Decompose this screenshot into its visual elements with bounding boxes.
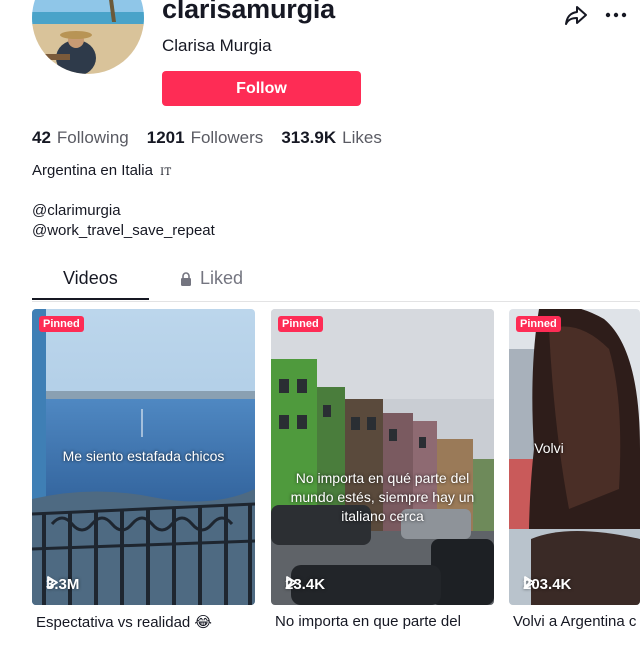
likes-label: Likes <box>342 128 382 147</box>
pinned-badge: Pinned <box>516 316 561 332</box>
following-count: 42 <box>32 128 51 147</box>
video-caption[interactable]: No importa en que parte del <box>271 613 494 630</box>
lock-icon <box>181 271 191 286</box>
video-overlay-text: Me siento estafada chicos <box>62 448 225 464</box>
pinned-badge: Pinned <box>39 316 84 332</box>
video-card[interactable]: Pinned No importa en qué parte del mundo… <box>271 309 494 630</box>
play-icon <box>524 576 535 589</box>
following-label: Following <box>56 128 129 147</box>
avatar[interactable] <box>32 0 144 74</box>
tab-videos[interactable]: Videos <box>63 268 118 289</box>
italy-flag: IT <box>160 167 172 178</box>
video-overlay-text: No importa en qué parte del mundo estés,… <box>290 470 475 524</box>
video-caption[interactable]: Espectativa vs realidad 😂 <box>32 613 255 631</box>
likes-stat: 313.9K Likes <box>281 128 382 148</box>
view-count: 3.3M <box>46 576 79 593</box>
video-thumbnail[interactable]: Pinned Volvi 203.4K <box>509 309 640 605</box>
pinned-badge: Pinned <box>278 316 323 332</box>
likes-count: 313.9K <box>281 128 337 147</box>
bio: Argentina en Italia IT <box>32 161 172 183</box>
username: clarisamurgia <box>162 0 335 24</box>
profile-tabs: Videos Liked <box>32 262 640 302</box>
video-thumbnail[interactable]: Pinned Me siento estafada chicos 3.3M <box>32 309 255 605</box>
following-stat[interactable]: 42 Following <box>32 128 129 148</box>
bio-mention-1[interactable]: @clarimurgia <box>32 201 215 221</box>
video-caption[interactable]: Volvi a Argentina c <box>509 613 640 630</box>
video-overlay-text: Volvi <box>534 440 564 456</box>
active-tab-indicator <box>32 298 149 300</box>
display-name: Clarisa Murgia <box>162 36 272 55</box>
more-icon[interactable] <box>604 6 628 24</box>
bio-text: Argentina en Italia <box>32 162 153 179</box>
follow-button[interactable]: Follow <box>162 71 361 106</box>
play-icon <box>47 576 58 589</box>
profile-stats: 42 Following 1201 Followers 313.9K Likes <box>32 128 382 148</box>
tab-liked-label: Liked <box>200 268 244 288</box>
video-card[interactable]: Pinned Me siento estafada chicos 3.3M Es… <box>32 309 255 631</box>
followers-stat[interactable]: 1201 Followers <box>147 128 264 148</box>
bio-links: @clarimurgia @work_travel_save_repeat <box>32 201 215 241</box>
tab-liked[interactable]: Liked <box>180 268 243 289</box>
view-count: 203.4K <box>523 576 571 593</box>
play-icon <box>286 576 297 589</box>
followers-count: 1201 <box>146 128 185 147</box>
video-thumbnail[interactable]: Pinned No importa en qué parte del mundo… <box>271 309 494 605</box>
bio-mention-2[interactable]: @work_travel_save_repeat <box>32 221 215 241</box>
share-icon[interactable] <box>564 4 588 26</box>
view-count: 23.4K <box>285 576 325 593</box>
video-card[interactable]: Pinned Volvi 203.4K Volvi a Argentina c <box>509 309 640 630</box>
followers-label: Followers <box>190 128 264 147</box>
